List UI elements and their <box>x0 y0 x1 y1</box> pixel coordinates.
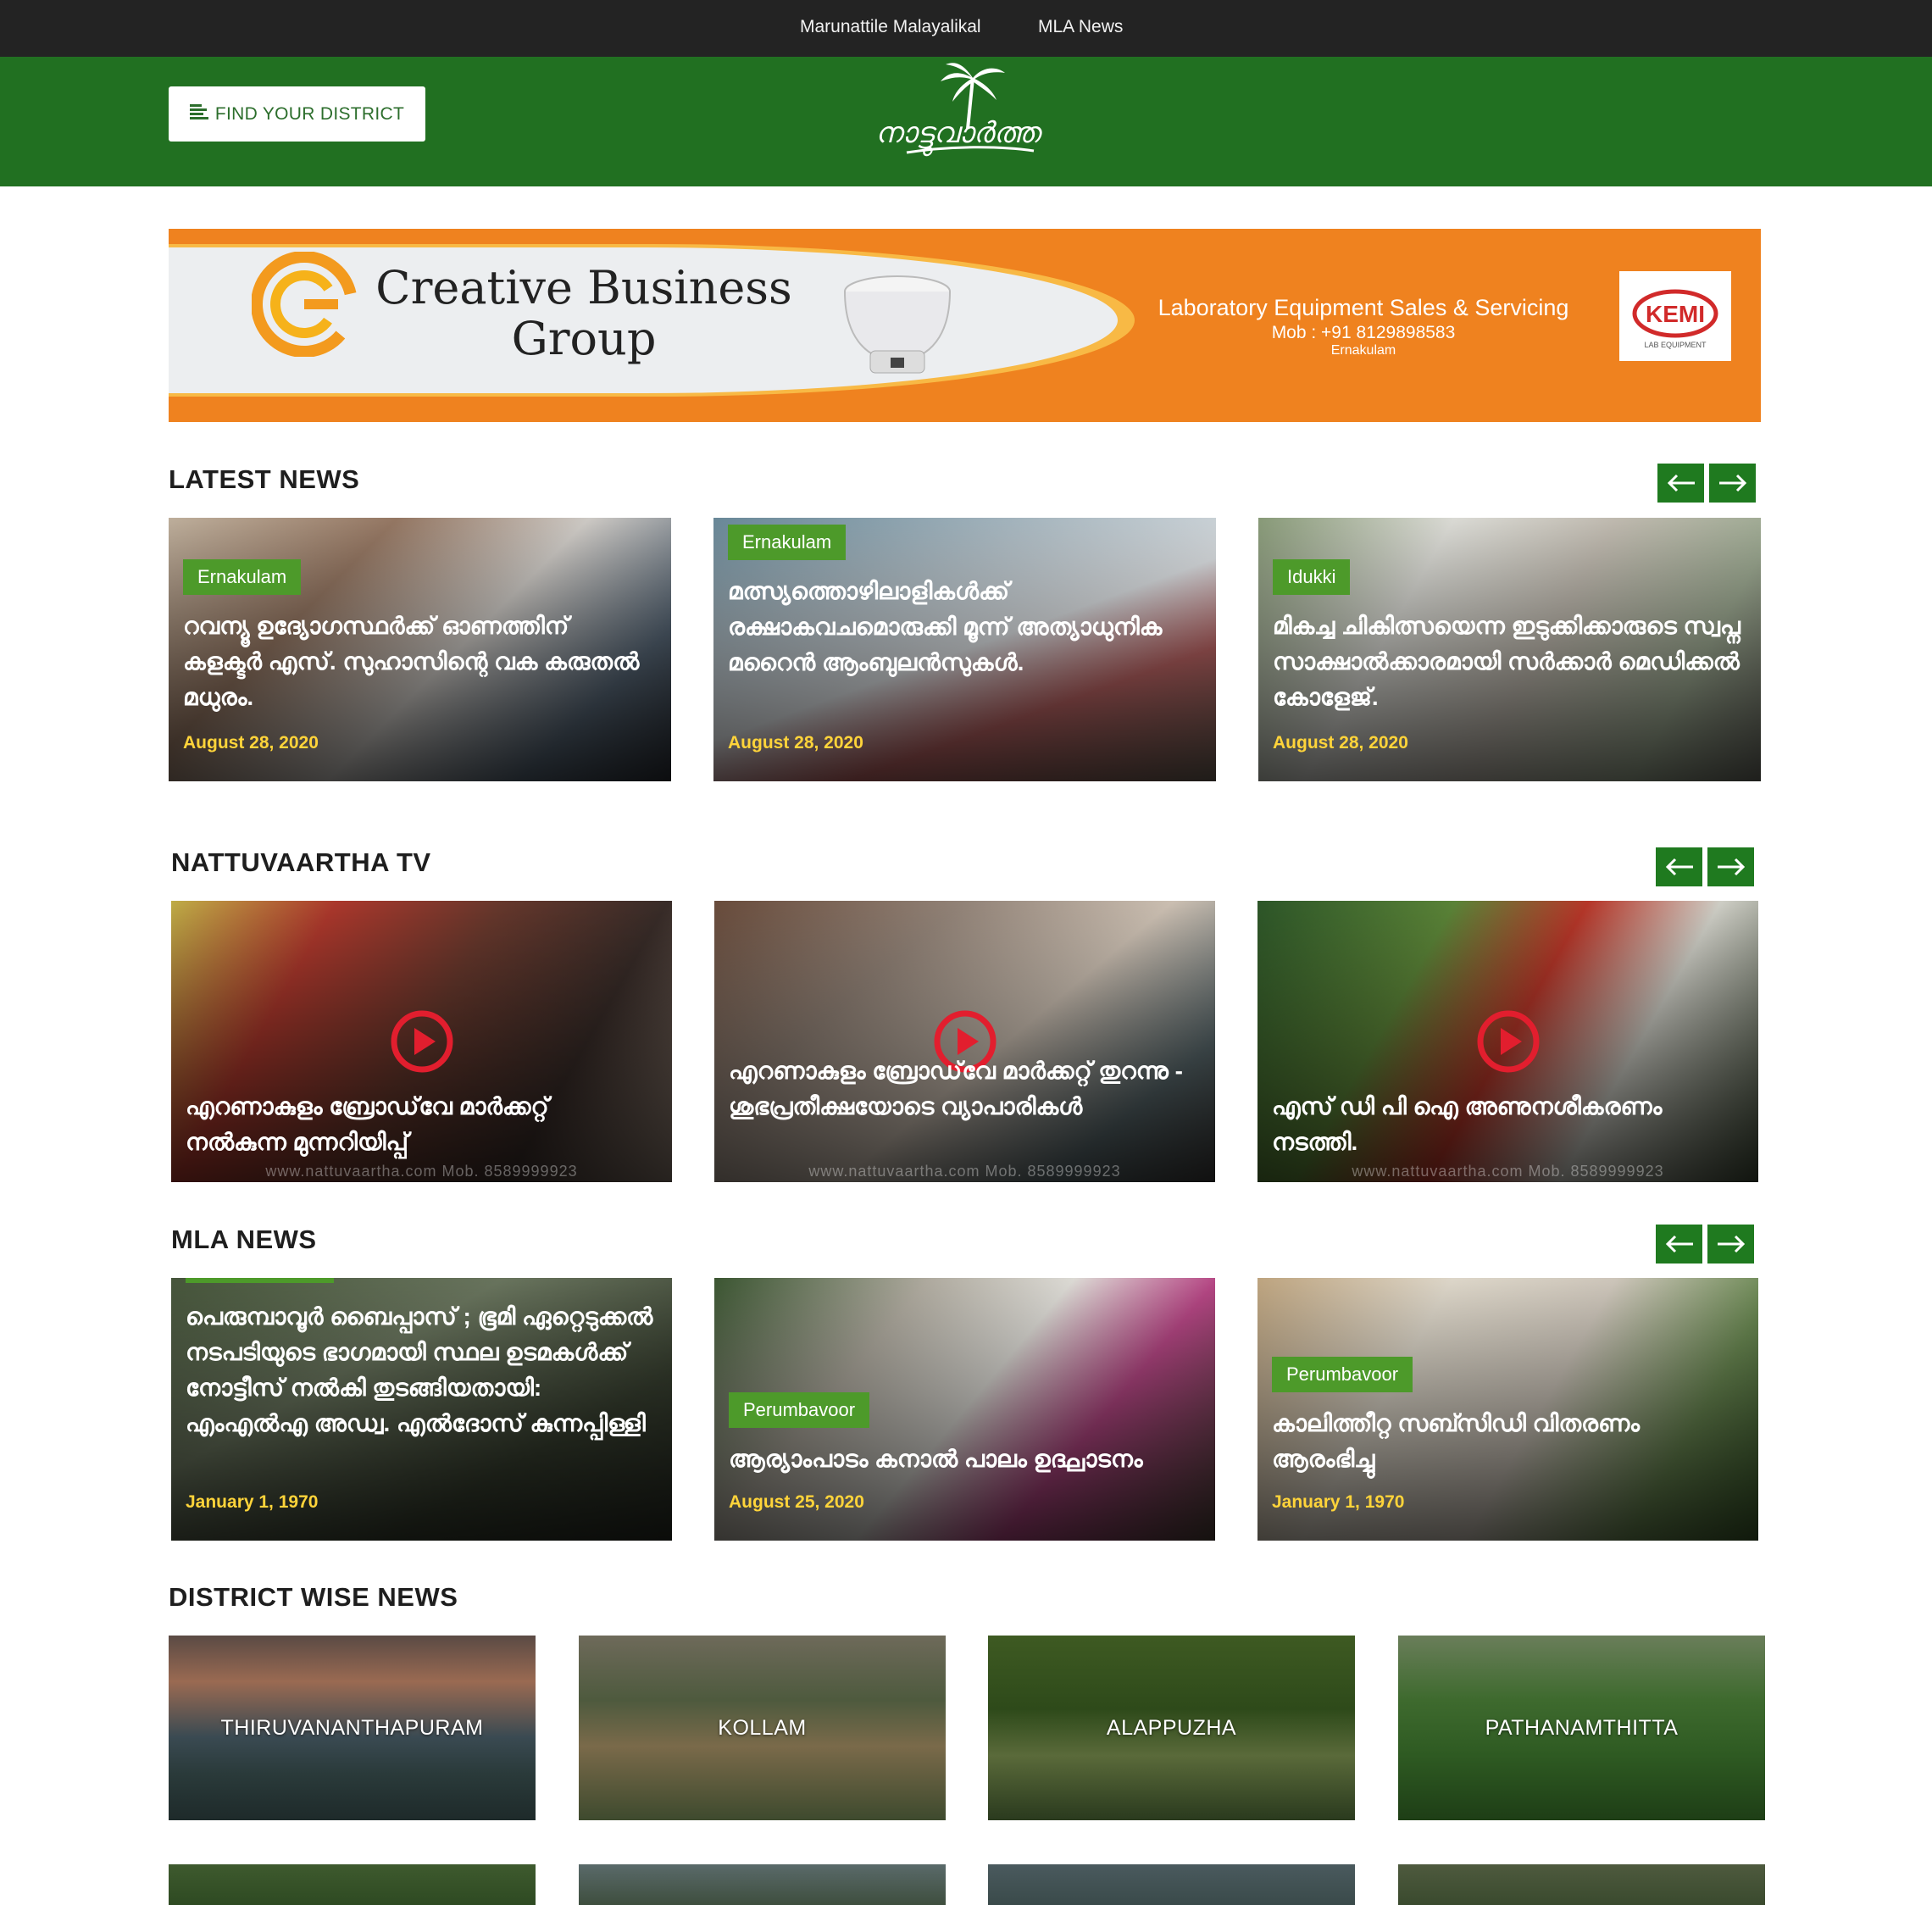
card-date: January 1, 1970 <box>186 1492 319 1512</box>
card-date: August 25, 2020 <box>729 1492 864 1512</box>
video-watermark: www.nattuvaartha.com Mob. 8589999923 <box>265 1163 578 1180</box>
tv-next-button[interactable] <box>1707 847 1754 886</box>
district-label: KOLLAM <box>718 1715 807 1740</box>
card-date: August 28, 2020 <box>183 733 319 753</box>
news-card[interactable]: Idukki മികച്ച ചികിത്സയെന്ന ഇടുക്കിക്കാരു… <box>1258 518 1761 781</box>
district-tile[interactable] <box>579 1864 946 1905</box>
nattuvaartha-tv-title: NATTUVAARTHA TV <box>171 847 431 877</box>
district-tile[interactable] <box>988 1864 1355 1905</box>
card-headline[interactable]: കാലിത്തീറ്റ സബ്സിഡി വിതരണം ആരംഭിച്ചു <box>1272 1406 1741 1477</box>
category-tag[interactable]: Idukki <box>1273 559 1351 595</box>
district-tile-alappuzha[interactable]: ALAPPUZHA <box>988 1636 1355 1820</box>
district-label: THIRUVANANTHAPURAM <box>220 1715 484 1740</box>
district-label: ALAPPUZHA <box>1106 1715 1237 1740</box>
card-date: August 28, 2020 <box>1273 733 1408 753</box>
mla-news-title: MLA NEWS <box>171 1225 317 1254</box>
centrifuge-image <box>838 266 957 389</box>
mla-news-arrows <box>1656 1225 1754 1264</box>
news-card[interactable]: Ernakulam മത്സ്യത്തൊഴിലാളികൾക്ക് രക്ഷാകവ… <box>713 518 1216 781</box>
top-bar: Marunattile Malayalikal MLA News <box>0 0 1932 57</box>
arrow-right-icon <box>1718 474 1746 492</box>
tv-arrows <box>1656 847 1754 886</box>
category-tag[interactable]: Perumbavoor <box>1272 1357 1413 1392</box>
banner-location: Ernakulam <box>1330 343 1396 358</box>
category-tag[interactable]: Ernakulam <box>728 525 847 560</box>
latest-news-arrows <box>1657 464 1756 503</box>
top-nav: Marunattile Malayalikal MLA News <box>0 0 1932 57</box>
kemi-subtitle: LAB EQUIPMENT <box>1644 341 1707 349</box>
arrow-left-icon <box>1665 1235 1693 1253</box>
tv-prev-button[interactable] <box>1656 847 1702 886</box>
banner-company-line1: Creative Business <box>375 261 792 314</box>
mla-news-next-button[interactable] <box>1707 1225 1754 1264</box>
district-tile[interactable] <box>169 1864 536 1905</box>
district-tile-thiruvananthapuram[interactable]: THIRUVANANTHAPURAM <box>169 1636 536 1820</box>
find-district-label: FIND YOUR DISTRICT <box>214 103 405 124</box>
banner-company-line2: Group <box>511 312 657 365</box>
card-date: January 1, 1970 <box>1272 1492 1405 1512</box>
card-date: August 28, 2020 <box>728 733 863 753</box>
category-tag-strip <box>186 1278 334 1283</box>
video-watermark: www.nattuvaartha.com Mob. 8589999923 <box>1352 1163 1664 1180</box>
video-headline[interactable]: എറണാകുളം ബ്രോഡ്‌വേ മാർക്കറ്റ് നൽകുന്ന മു… <box>186 1089 655 1160</box>
card-headline[interactable]: റവന്യൂ ഉദ്യോഗസ്ഥർക്ക് ഓണത്തിന് കളക്ടർ എസ… <box>183 608 654 715</box>
video-card[interactable]: എറണാകുളം ബ്രോഡ്‌വേ മാർക്കറ്റ് നൽകുന്ന മു… <box>171 901 672 1182</box>
district-label: PATHANAMTHITTA <box>1485 1715 1679 1740</box>
latest-news-prev-button[interactable] <box>1657 464 1704 503</box>
category-tag[interactable]: Perumbavoor <box>729 1392 870 1428</box>
video-watermark: www.nattuvaartha.com Mob. 8589999923 <box>808 1163 1121 1180</box>
video-card[interactable]: എസ് ഡി പി ഐ അണുനശീകരണം നടത്തി. www.nattu… <box>1257 901 1758 1182</box>
latest-news-next-button[interactable] <box>1709 464 1756 503</box>
news-card[interactable]: Perumbavoor ആര്യാംപാടം കനാൽ പാലം ഉദ്ഘാടന… <box>714 1278 1215 1541</box>
logo-wordmark: നാട്ടുവാർത്ത <box>875 116 1043 157</box>
play-icon[interactable] <box>1476 1009 1541 1078</box>
banner-mobile: Mob : +91 8129898583 <box>1271 323 1456 342</box>
kemi-wordmark: KEMI <box>1646 301 1705 327</box>
play-icon[interactable] <box>390 1009 454 1078</box>
card-headline[interactable]: മികച്ച ചികിത്സയെന്ന ഇടുക്കിക്കാരുടെ സ്വപ… <box>1273 608 1744 715</box>
site-logo[interactable]: നാട്ടുവാർത്ത <box>873 61 1051 167</box>
card-headline[interactable]: പെരുമ്പാവൂർ ബൈപ്പാസ് ; ഭൂമി ഏറ്റെടുക്കൽ … <box>186 1299 655 1441</box>
nav-link-marunattile-malayalikal[interactable]: Marunattile Malayalikal <box>800 17 981 37</box>
creative-business-logo-icon <box>251 251 358 361</box>
list-icon <box>189 103 208 125</box>
video-headline[interactable]: എറണാകുളം ബ്രോഡ്‌വേ മാർക്കറ്റ് തുറന്നു - … <box>729 1053 1198 1125</box>
advertisement-banner[interactable]: Creative Business Group Laboratory Equip… <box>169 229 1761 422</box>
banner-contact: Laboratory Equipment Sales & Servicing M… <box>1143 295 1584 358</box>
latest-news-title: LATEST NEWS <box>169 464 360 494</box>
district-tile[interactable] <box>1398 1864 1765 1905</box>
video-headline[interactable]: എസ് ഡി പി ഐ അണുനശീകരണം നടത്തി. <box>1272 1089 1741 1160</box>
district-tile-pathanamthitta[interactable]: PATHANAMTHITTA <box>1398 1636 1765 1820</box>
district-tile-kollam[interactable]: KOLLAM <box>579 1636 946 1820</box>
banner-company-name: Creative Business Group <box>372 263 796 364</box>
arrow-right-icon <box>1717 858 1745 876</box>
news-card[interactable]: പെരുമ്പാവൂർ ബൈപ്പാസ് ; ഭൂമി ഏറ്റെടുക്കൽ … <box>171 1278 672 1541</box>
nav-link-mla-news[interactable]: MLA News <box>1038 17 1123 37</box>
arrow-right-icon <box>1717 1235 1745 1253</box>
card-headline[interactable]: മത്സ്യത്തൊഴിലാളികൾക്ക് രക്ഷാകവചമൊരുക്കി … <box>728 574 1199 680</box>
arrow-left-icon <box>1667 474 1695 492</box>
arrow-left-icon <box>1665 858 1693 876</box>
kemi-logo: KEMI LAB EQUIPMENT <box>1619 271 1731 361</box>
news-card[interactable]: Perumbavoor കാലിത്തീറ്റ സബ്സിഡി വിതരണം ആ… <box>1257 1278 1758 1541</box>
district-wise-news-title: DISTRICT WISE NEWS <box>169 1582 458 1612</box>
banner-service: Laboratory Equipment Sales & Servicing <box>1158 295 1569 320</box>
find-district-button[interactable]: FIND YOUR DISTRICT <box>169 86 425 142</box>
card-headline[interactable]: ആര്യാംപാടം കനാൽ പാലം ഉദ്ഘാടനം <box>729 1441 1198 1477</box>
mla-news-prev-button[interactable] <box>1656 1225 1702 1264</box>
news-card[interactable]: Ernakulam റവന്യൂ ഉദ്യോഗസ്ഥർക്ക് ഓണത്തിന്… <box>169 518 671 781</box>
category-tag[interactable]: Ernakulam <box>183 559 302 595</box>
video-card[interactable]: എറണാകുളം ബ്രോഡ്‌വേ മാർക്കറ്റ് തുറന്നു - … <box>714 901 1215 1182</box>
